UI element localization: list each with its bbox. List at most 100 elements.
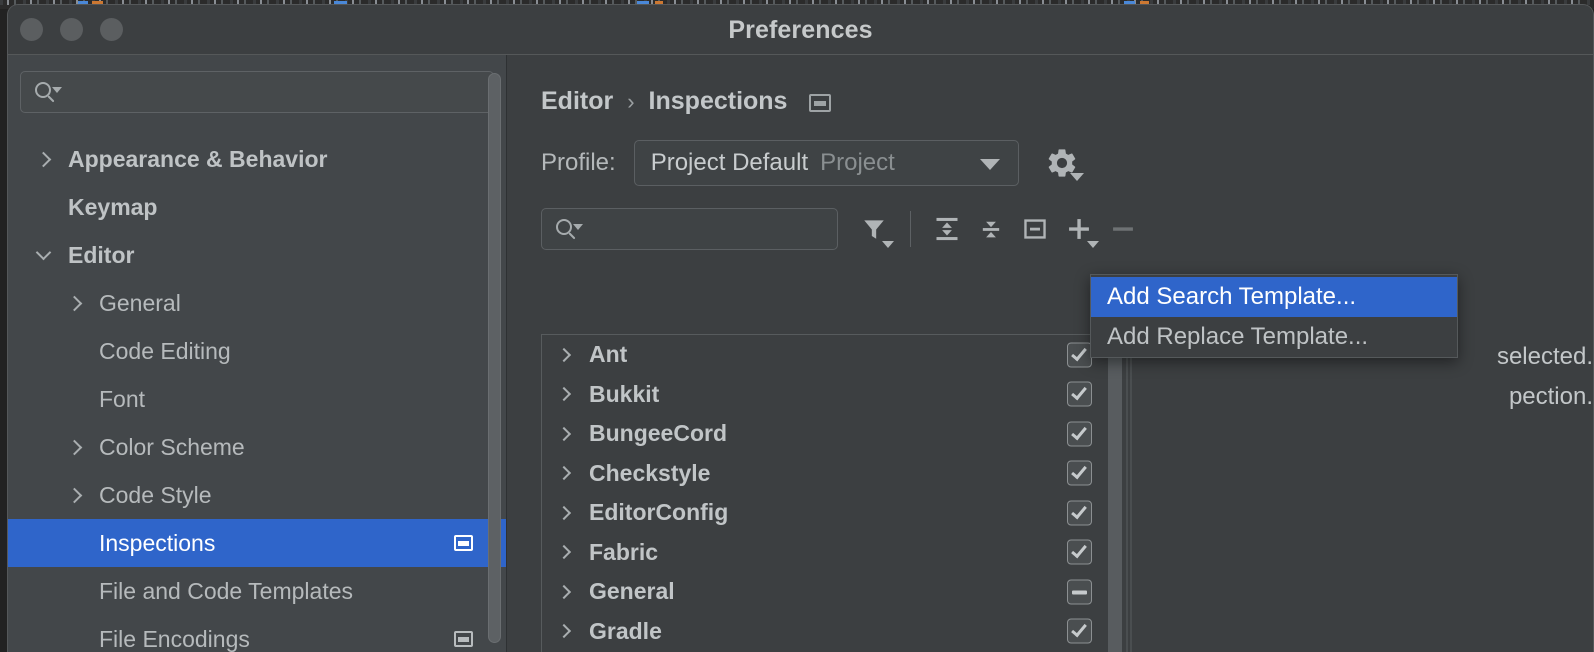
sidebar-item-keymap[interactable]: Keymap [8, 183, 506, 231]
expand-all-button[interactable] [925, 208, 969, 250]
inspection-checkbox[interactable] [1067, 381, 1092, 407]
sidebar-scrollbar[interactable] [488, 73, 501, 643]
profile-select[interactable]: Project Default Project [633, 140, 1019, 186]
inspection-checkbox[interactable] [1067, 618, 1092, 644]
chevron-right-icon[interactable] [556, 466, 572, 481]
dash-icon [1072, 590, 1087, 595]
check-icon [1071, 344, 1087, 362]
search-icon [556, 218, 583, 240]
inspection-checkbox[interactable] [1067, 421, 1092, 447]
chevron-right-icon[interactable] [556, 347, 572, 362]
sidebar-search-input[interactable] [20, 71, 494, 113]
sidebar-item-label: Editor [68, 241, 135, 268]
sidebar-search-wrap [8, 55, 506, 113]
inspection-group-row[interactable]: General [542, 572, 1098, 612]
inspection-group-row[interactable]: Bukkit [542, 375, 1098, 415]
add-button[interactable] [1057, 208, 1101, 250]
inspections-search-input[interactable] [541, 208, 838, 250]
window-titlebar: Preferences [8, 5, 1593, 55]
check-icon [1071, 502, 1087, 520]
check-icon [1071, 383, 1087, 401]
chevron-right-icon[interactable] [35, 151, 52, 167]
chevron-right-icon[interactable] [556, 584, 572, 599]
breadcrumb-leaf: Inspections [648, 87, 788, 115]
inspection-checkbox[interactable] [1067, 342, 1092, 368]
menu-item-add-search-template[interactable]: Add Search Template... [1091, 277, 1457, 317]
inspections-scrollbar[interactable] [1099, 334, 1135, 652]
inspection-group-row[interactable]: Fabric [542, 533, 1098, 573]
sidebar-item-code-style[interactable]: Code Style [8, 471, 506, 519]
inspection-group-label: EditorConfig [589, 499, 729, 526]
sidebar-scrollbar-thumb[interactable] [488, 73, 501, 643]
inspection-group-row[interactable]: Ant [542, 335, 1098, 375]
sidebar-item-label: Code Editing [99, 337, 231, 364]
screen: Preferences Appearance & Behavior Keymap E… [0, 0, 1594, 652]
sidebar-item-file-encodings[interactable]: File Encodings [8, 615, 506, 652]
inspection-checkbox[interactable] [1067, 539, 1092, 565]
reset-button[interactable] [1013, 208, 1057, 250]
sidebar-item-label: Inspections [99, 529, 216, 556]
check-icon [1071, 423, 1087, 441]
inspection-description: selected. pection. [1443, 337, 1593, 417]
sidebar-item-file-and-code-templates[interactable]: File and Code Templates [8, 567, 506, 615]
sidebar-item-inspections[interactable]: Inspections [8, 519, 506, 567]
toolbar-separator [910, 211, 911, 247]
sidebar-item-font[interactable]: Font [8, 375, 506, 423]
sidebar-item-color-scheme[interactable]: Color Scheme [8, 423, 506, 471]
gear-icon[interactable] [1045, 146, 1084, 181]
check-icon [1071, 462, 1087, 480]
inspection-group-row[interactable]: Checkstyle [542, 454, 1098, 494]
chevron-right-icon[interactable] [556, 426, 572, 441]
chevron-right-icon[interactable] [66, 487, 83, 503]
chevron-down-icon [979, 159, 1000, 170]
inspections-tree: Ant Bukkit BungeeCord Checkstyle EditorConfi… [541, 334, 1098, 652]
inspection-checkbox[interactable] [1067, 579, 1092, 605]
inspection-group-row[interactable]: EditorConfig [542, 493, 1098, 533]
sidebar-item-code-editing[interactable]: Code Editing [8, 327, 506, 375]
chevron-right-icon[interactable] [556, 505, 572, 520]
chevron-right-icon[interactable] [556, 545, 572, 560]
collapse-all-button[interactable] [969, 208, 1013, 250]
project-scope-icon [454, 631, 473, 647]
inspection-group-label: Gradle [589, 617, 662, 644]
chevron-right-icon[interactable] [66, 439, 83, 455]
panel-divider-2 [1130, 334, 1132, 652]
inspection-group-row[interactable]: Gradle [542, 612, 1098, 652]
add-template-menu: Add Search Template... Add Replace Templ… [1090, 274, 1458, 358]
sidebar-item-label: File and Code Templates [99, 577, 353, 604]
sidebar-item-appearance-behavior[interactable]: Appearance & Behavior [8, 135, 506, 183]
inspection-checkbox[interactable] [1067, 460, 1092, 486]
close-button[interactable] [20, 18, 43, 41]
minimize-button[interactable] [60, 18, 83, 41]
chevron-right-icon[interactable] [66, 295, 83, 311]
profile-label: Profile: [541, 149, 616, 176]
zoom-button[interactable] [100, 18, 123, 41]
sidebar-item-general[interactable]: General [8, 279, 506, 327]
settings-sidebar: Appearance & Behavior Keymap Editor General… [8, 55, 507, 652]
menu-item-add-replace-template[interactable]: Add Replace Template... [1091, 317, 1457, 357]
chevron-right-icon[interactable] [556, 387, 572, 402]
inspections-scrollbar-thumb[interactable] [1108, 338, 1122, 652]
inspection-group-row[interactable]: BungeeCord [542, 414, 1098, 454]
sidebar-item-label: Color Scheme [99, 433, 245, 460]
profile-value: Project Default [650, 149, 809, 176]
sidebar-item-editor[interactable]: Editor [8, 231, 506, 279]
project-scope-icon [809, 93, 832, 112]
inspections-toolbar [507, 186, 1593, 250]
chevron-right-icon[interactable] [556, 624, 572, 639]
inspection-group-label: General [589, 578, 675, 605]
chevron-down-icon [1087, 241, 1099, 248]
description-line: selected. [1496, 343, 1593, 370]
check-icon [1071, 541, 1087, 559]
breadcrumb-root[interactable]: Editor [541, 87, 613, 116]
breadcrumb: Editor › Inspections [507, 55, 1593, 116]
remove-button[interactable] [1101, 208, 1145, 250]
description-line: pection. [1508, 383, 1593, 410]
inspection-checkbox[interactable] [1067, 500, 1092, 526]
chevron-down-icon[interactable] [35, 244, 52, 261]
filter-button[interactable] [852, 208, 896, 250]
